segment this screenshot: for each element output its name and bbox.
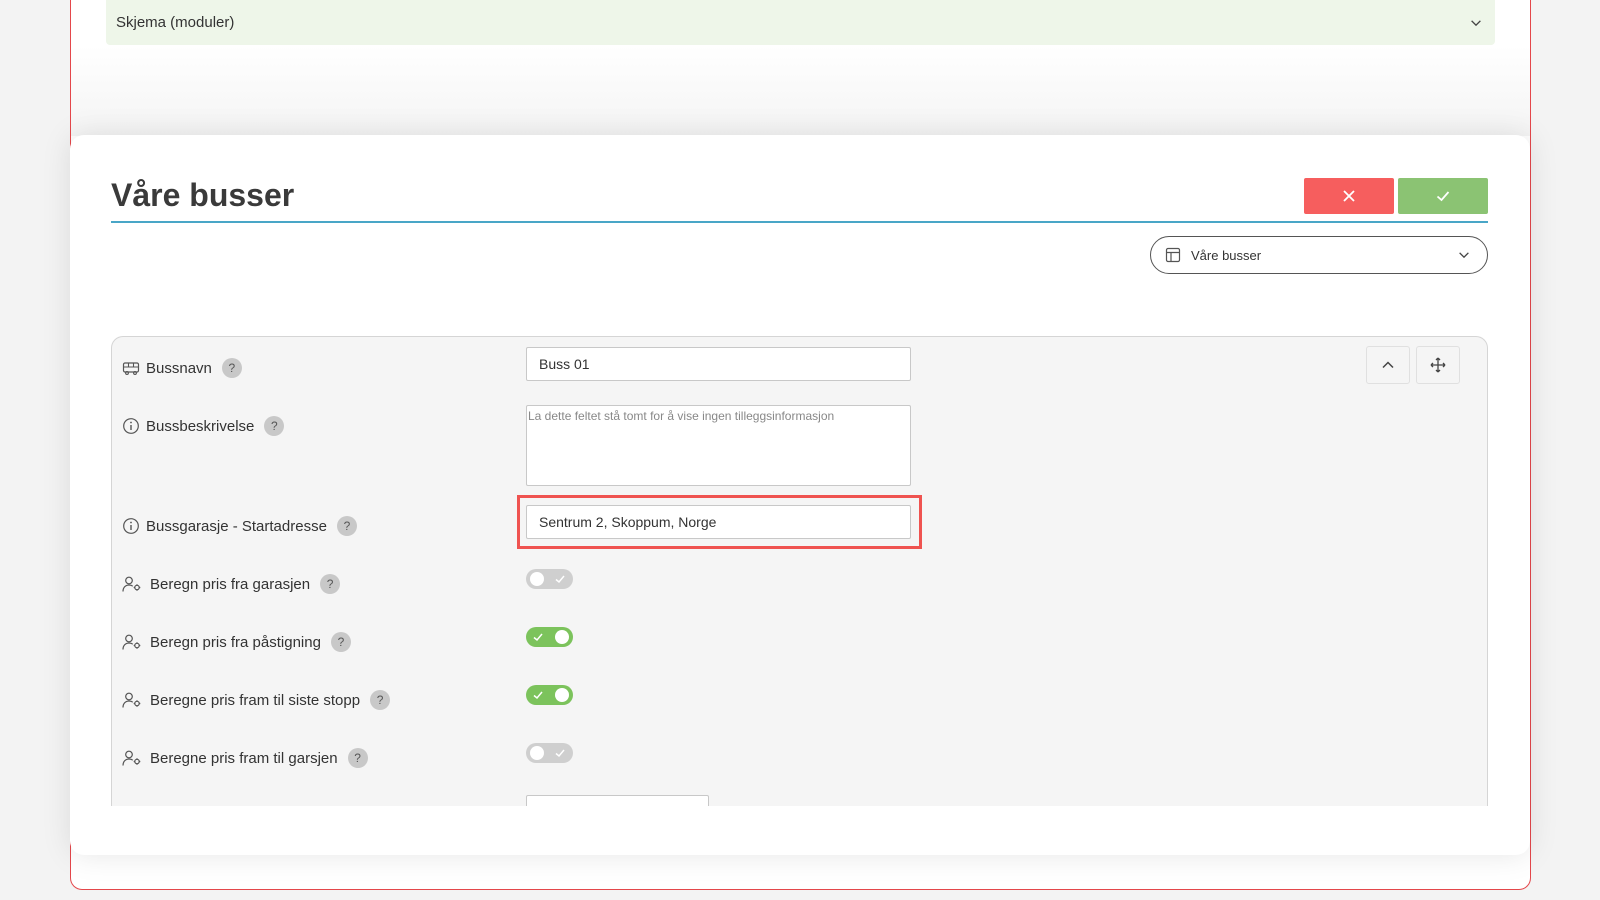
help-icon[interactable]: ? xyxy=(221,358,242,378)
startadresse-label: Bussgarasje - Startadresse xyxy=(146,517,327,535)
move-icon xyxy=(1430,357,1446,373)
help-icon[interactable]: ? xyxy=(370,690,391,710)
toggle-row-pastigning: Beregn pris fra påstigning ? xyxy=(122,632,351,652)
accordion-header-skjema[interactable]: Skjema (moduler) xyxy=(106,0,1495,45)
check-icon xyxy=(555,749,565,758)
help-icon[interactable]: ? xyxy=(336,516,357,536)
background-fade xyxy=(71,46,1530,136)
toggle-beregn-fra-pastigning[interactable] xyxy=(526,627,573,647)
toggle-label: Beregn pris fra garasjen xyxy=(150,575,311,593)
person-settings-icon xyxy=(122,634,141,650)
toggle-label: Beregn pris fra påstigning xyxy=(150,633,321,651)
layout-select-value: Våre busser xyxy=(1191,247,1262,263)
accordion-label: Skjema (moduler) xyxy=(116,14,235,31)
layout-select[interactable]: Våre busser xyxy=(1150,236,1488,274)
check-icon xyxy=(533,691,543,700)
close-icon xyxy=(1343,190,1355,202)
bussbeskrivelse-label: Bussbeskrivelse xyxy=(146,417,255,435)
title-divider xyxy=(111,221,1488,223)
toggle-row-siste-stopp: Beregne pris fram til siste stopp ? xyxy=(122,690,391,710)
move-button[interactable] xyxy=(1416,346,1460,384)
info-icon xyxy=(123,418,139,434)
field-row-bussnavn: Bussnavn ? xyxy=(122,358,242,378)
toggle-knob xyxy=(530,572,544,586)
help-icon[interactable]: ? xyxy=(264,416,285,436)
person-settings-icon xyxy=(122,750,141,766)
next-field-input[interactable] xyxy=(526,795,709,806)
toggle-knob xyxy=(530,746,544,760)
field-row-bussbeskrivelse: Bussbeskrivelse ? xyxy=(122,416,285,436)
check-icon xyxy=(1436,191,1450,202)
person-settings-icon xyxy=(122,576,141,592)
collapse-button[interactable] xyxy=(1366,346,1410,384)
chevron-up-icon xyxy=(1382,361,1394,369)
toggle-beregne-til-siste-stopp[interactable] xyxy=(526,685,573,705)
confirm-button[interactable] xyxy=(1398,178,1488,214)
bussnavn-input[interactable] xyxy=(526,347,911,381)
toggle-row-garasjen: Beregn pris fra garasjen ? xyxy=(122,574,341,594)
info-icon xyxy=(123,518,139,534)
toggle-knob xyxy=(555,688,569,702)
toggle-label: Beregne pris fram til garsjen xyxy=(150,749,338,767)
edit-modal: Våre busser Våre busser Bussnavn ? Bussb… xyxy=(70,135,1530,855)
person-settings-icon xyxy=(122,692,141,708)
bus-form-panel: Bussnavn ? Bussbeskrivelse ? Bussgarasje… xyxy=(111,336,1488,806)
bussbeskrivelse-textarea[interactable] xyxy=(526,405,911,486)
toggle-beregne-til-garsjen[interactable] xyxy=(526,743,573,763)
check-icon xyxy=(555,575,565,584)
toggle-row-garsjen: Beregne pris fram til garsjen ? xyxy=(122,748,368,768)
bussnavn-label: Bussnavn xyxy=(146,359,212,377)
check-icon xyxy=(533,633,543,642)
startadresse-input[interactable] xyxy=(526,505,911,539)
help-icon[interactable]: ? xyxy=(330,632,351,652)
bus-icon xyxy=(122,362,140,375)
modal-title: Våre busser xyxy=(111,177,295,213)
layout-icon xyxy=(1165,247,1181,263)
chevron-down-icon xyxy=(1459,252,1469,259)
toggle-knob xyxy=(555,630,569,644)
cancel-button[interactable] xyxy=(1304,178,1394,214)
help-icon[interactable]: ? xyxy=(347,748,368,768)
toggle-label: Beregne pris fram til siste stopp xyxy=(150,691,361,709)
help-icon[interactable]: ? xyxy=(320,574,341,594)
chevron-down-icon xyxy=(1471,19,1481,26)
toggle-beregn-fra-garasjen[interactable] xyxy=(526,569,573,589)
field-row-startadresse: Bussgarasje - Startadresse ? xyxy=(122,516,357,536)
